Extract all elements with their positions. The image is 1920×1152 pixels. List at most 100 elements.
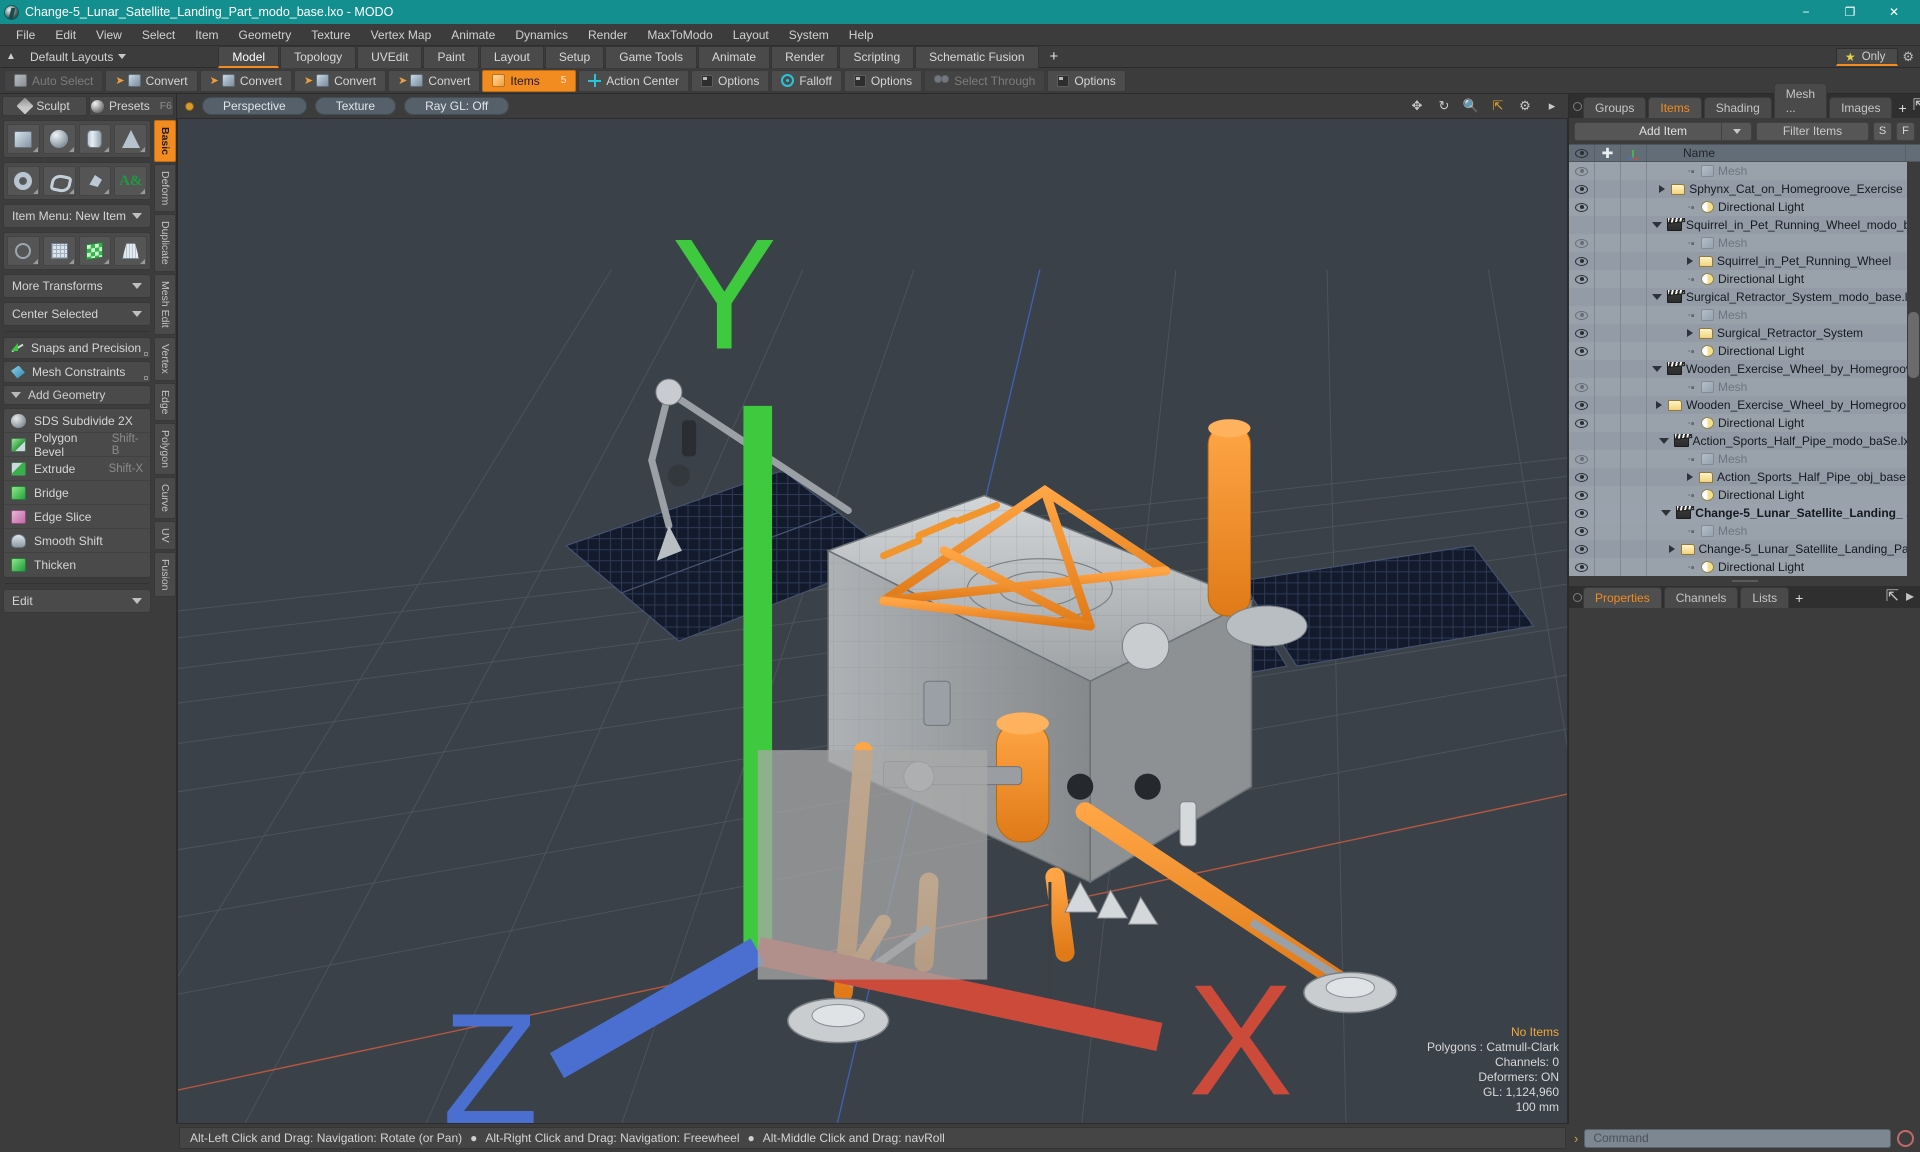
eye-icon[interactable] xyxy=(1575,166,1588,176)
row-transform-cell[interactable] xyxy=(1621,324,1647,342)
tree-row[interactable]: ‧▪ Directional Light xyxy=(1569,270,1920,288)
expand-icon[interactable]: ⇱ xyxy=(1913,95,1920,115)
mode-button-convert[interactable]: ➤ Convert xyxy=(293,69,387,92)
row-lock-cell[interactable] xyxy=(1595,216,1621,234)
gear-icon[interactable]: ⚙ xyxy=(1517,98,1533,114)
row-transform-cell[interactable] xyxy=(1621,198,1647,216)
row-name-cell[interactable]: ‧▪ Directional Light xyxy=(1647,344,1920,358)
eye-icon[interactable] xyxy=(1575,526,1588,536)
mode-button-items[interactable]: Items 5 xyxy=(482,69,577,92)
tree-row[interactable]: ‧▪ Directional Light xyxy=(1569,558,1920,576)
row-visibility-cell[interactable] xyxy=(1569,414,1595,432)
row-transform-cell[interactable] xyxy=(1621,378,1647,396)
row-lock-cell[interactable] xyxy=(1595,414,1621,432)
menu-item-edit[interactable]: Edit xyxy=(45,24,86,46)
row-name-cell[interactable]: Wooden_Exercise_Wheel_by_Homegroo... xyxy=(1647,398,1920,412)
vertical-tab-curve[interactable]: Curve xyxy=(154,477,176,520)
mode-button-select-through[interactable]: Select Through xyxy=(924,69,1046,92)
geometry-command-smooth-shift[interactable]: Smooth Shift xyxy=(4,529,151,553)
tree-row[interactable]: Wooden_Exercise_Wheel_by_Homegroo... xyxy=(1569,396,1920,414)
mode-button-convert[interactable]: ➤ Convert xyxy=(388,69,481,92)
right-tab-mesh-[interactable]: Mesh ... xyxy=(1773,83,1828,118)
viewport-shading-selector[interactable]: Texture xyxy=(314,97,397,115)
tree-row[interactable]: Change-5_Lunar_Satellite_Landing_ ... xyxy=(1569,504,1920,522)
row-name-cell[interactable]: Change-5_Lunar_Satellite_Landing_ ... xyxy=(1647,506,1920,520)
geometry-command-extrude[interactable]: Extrude Shift-X xyxy=(4,457,151,481)
item-tree[interactable]: ‧▪ Mesh Sphynx_Cat_on_Homegroove_Exercise … xyxy=(1569,162,1920,576)
right-tab-groups[interactable]: Groups xyxy=(1583,97,1647,118)
record-icon[interactable] xyxy=(1897,1129,1914,1147)
vertical-tab-basic[interactable]: Basic xyxy=(154,120,176,163)
chevron-down-icon[interactable] xyxy=(1721,122,1751,140)
filter-s-button[interactable]: S xyxy=(1873,121,1892,141)
menu-item-system[interactable]: System xyxy=(779,24,839,46)
chevron-down-icon[interactable] xyxy=(1652,366,1662,372)
tree-row[interactable]: ‧▪ Mesh xyxy=(1569,522,1920,540)
row-name-cell[interactable]: Surgical_Retractor_System_modo_base.lxo xyxy=(1647,290,1920,304)
eye-icon[interactable] xyxy=(1575,256,1588,266)
polygon-tool[interactable] xyxy=(78,166,112,196)
eye-icon[interactable] xyxy=(1575,490,1588,500)
row-visibility-cell[interactable] xyxy=(1569,270,1595,288)
layout-tab-model[interactable]: Model xyxy=(218,45,280,68)
row-name-cell[interactable]: Squirrel_in_Pet_Running_Wheel_modo_ba ..… xyxy=(1647,218,1920,232)
eye-icon[interactable] xyxy=(1575,418,1588,428)
tree-row[interactable]: Wooden_Exercise_Wheel_by_Homegroove... xyxy=(1569,360,1920,378)
row-name-cell[interactable]: ‧▪ Directional Light xyxy=(1647,488,1920,502)
chevron-right-icon[interactable] xyxy=(1668,545,1675,553)
row-transform-cell[interactable] xyxy=(1621,540,1647,558)
vertical-tab-vertex[interactable]: Vertex xyxy=(154,336,176,381)
add-right-tab-button[interactable]: + xyxy=(1894,98,1910,118)
tree-row[interactable]: Change-5_Lunar_Satellite_Landing_Part xyxy=(1569,540,1920,558)
eye-icon[interactable] xyxy=(1575,310,1588,320)
right-tab-images[interactable]: Images xyxy=(1829,97,1893,118)
props-tab-channels[interactable]: Channels xyxy=(1663,587,1739,608)
tree-scrollbar[interactable] xyxy=(1907,162,1920,576)
row-name-cell[interactable]: ‧▪ Directional Light xyxy=(1647,272,1920,286)
row-name-cell[interactable]: ‧▪ Mesh xyxy=(1647,308,1920,322)
row-transform-cell[interactable] xyxy=(1621,504,1647,522)
geometry-command-polygon-bevel[interactable]: Polygon Bevel Shift-B xyxy=(4,431,151,459)
vertical-tab-uv[interactable]: UV xyxy=(154,521,176,550)
curve-tool[interactable] xyxy=(42,166,76,196)
cylinder-tool[interactable] xyxy=(78,124,112,154)
maximize-button[interactable]: ❐ xyxy=(1828,0,1872,24)
tree-row[interactable]: ‧▪ Mesh xyxy=(1569,378,1920,396)
row-visibility-cell[interactable] xyxy=(1569,522,1595,540)
row-visibility-cell[interactable] xyxy=(1569,558,1595,576)
row-visibility-cell[interactable] xyxy=(1569,396,1595,414)
chevron-right-icon[interactable] xyxy=(1659,185,1666,193)
layout-tab-layout[interactable]: Layout xyxy=(479,45,544,68)
sphere-tool[interactable] xyxy=(42,124,76,154)
column-visibility-icon[interactable] xyxy=(1569,145,1595,161)
mode-button-action-center[interactable]: Action Center xyxy=(578,69,689,92)
row-transform-cell[interactable] xyxy=(1621,396,1647,414)
geometry-command-edge-slice[interactable]: Edge Slice xyxy=(4,505,151,529)
row-visibility-cell[interactable] xyxy=(1569,234,1595,252)
layout-tab-paint[interactable]: Paint xyxy=(423,45,479,68)
minimize-button[interactable]: − xyxy=(1784,0,1828,24)
options-corner-icon[interactable] xyxy=(144,376,149,380)
row-lock-cell[interactable] xyxy=(1595,432,1621,450)
row-visibility-cell[interactable] xyxy=(1569,378,1595,396)
text-tool[interactable]: A& xyxy=(114,166,148,196)
tree-scroll-thumb[interactable] xyxy=(1908,312,1919,378)
tree-row[interactable]: ‧▪ Mesh xyxy=(1569,306,1920,324)
row-lock-cell[interactable] xyxy=(1595,162,1621,180)
tree-row[interactable]: ‧▪ Directional Light xyxy=(1569,486,1920,504)
layout-tab-animate[interactable]: Animate xyxy=(698,45,771,68)
menu-item-item[interactable]: Item xyxy=(185,24,228,46)
row-transform-cell[interactable] xyxy=(1621,486,1647,504)
layout-grip-icon[interactable]: ▲ xyxy=(0,51,22,62)
chevron-down-icon[interactable] xyxy=(1652,294,1662,300)
layout-tab-topology[interactable]: Topology xyxy=(280,45,357,68)
menu-item-animate[interactable]: Animate xyxy=(441,24,505,46)
row-name-cell[interactable]: ‧▪ Mesh xyxy=(1647,452,1920,466)
menu-item-geometry[interactable]: Geometry xyxy=(229,24,302,46)
row-transform-cell[interactable] xyxy=(1621,162,1647,180)
expand-icon[interactable]: ⇱ xyxy=(1886,586,1899,606)
eye-icon[interactable] xyxy=(1575,202,1588,212)
row-lock-cell[interactable] xyxy=(1595,234,1621,252)
menu-item-help[interactable]: Help xyxy=(839,24,884,46)
row-lock-cell[interactable] xyxy=(1595,504,1621,522)
